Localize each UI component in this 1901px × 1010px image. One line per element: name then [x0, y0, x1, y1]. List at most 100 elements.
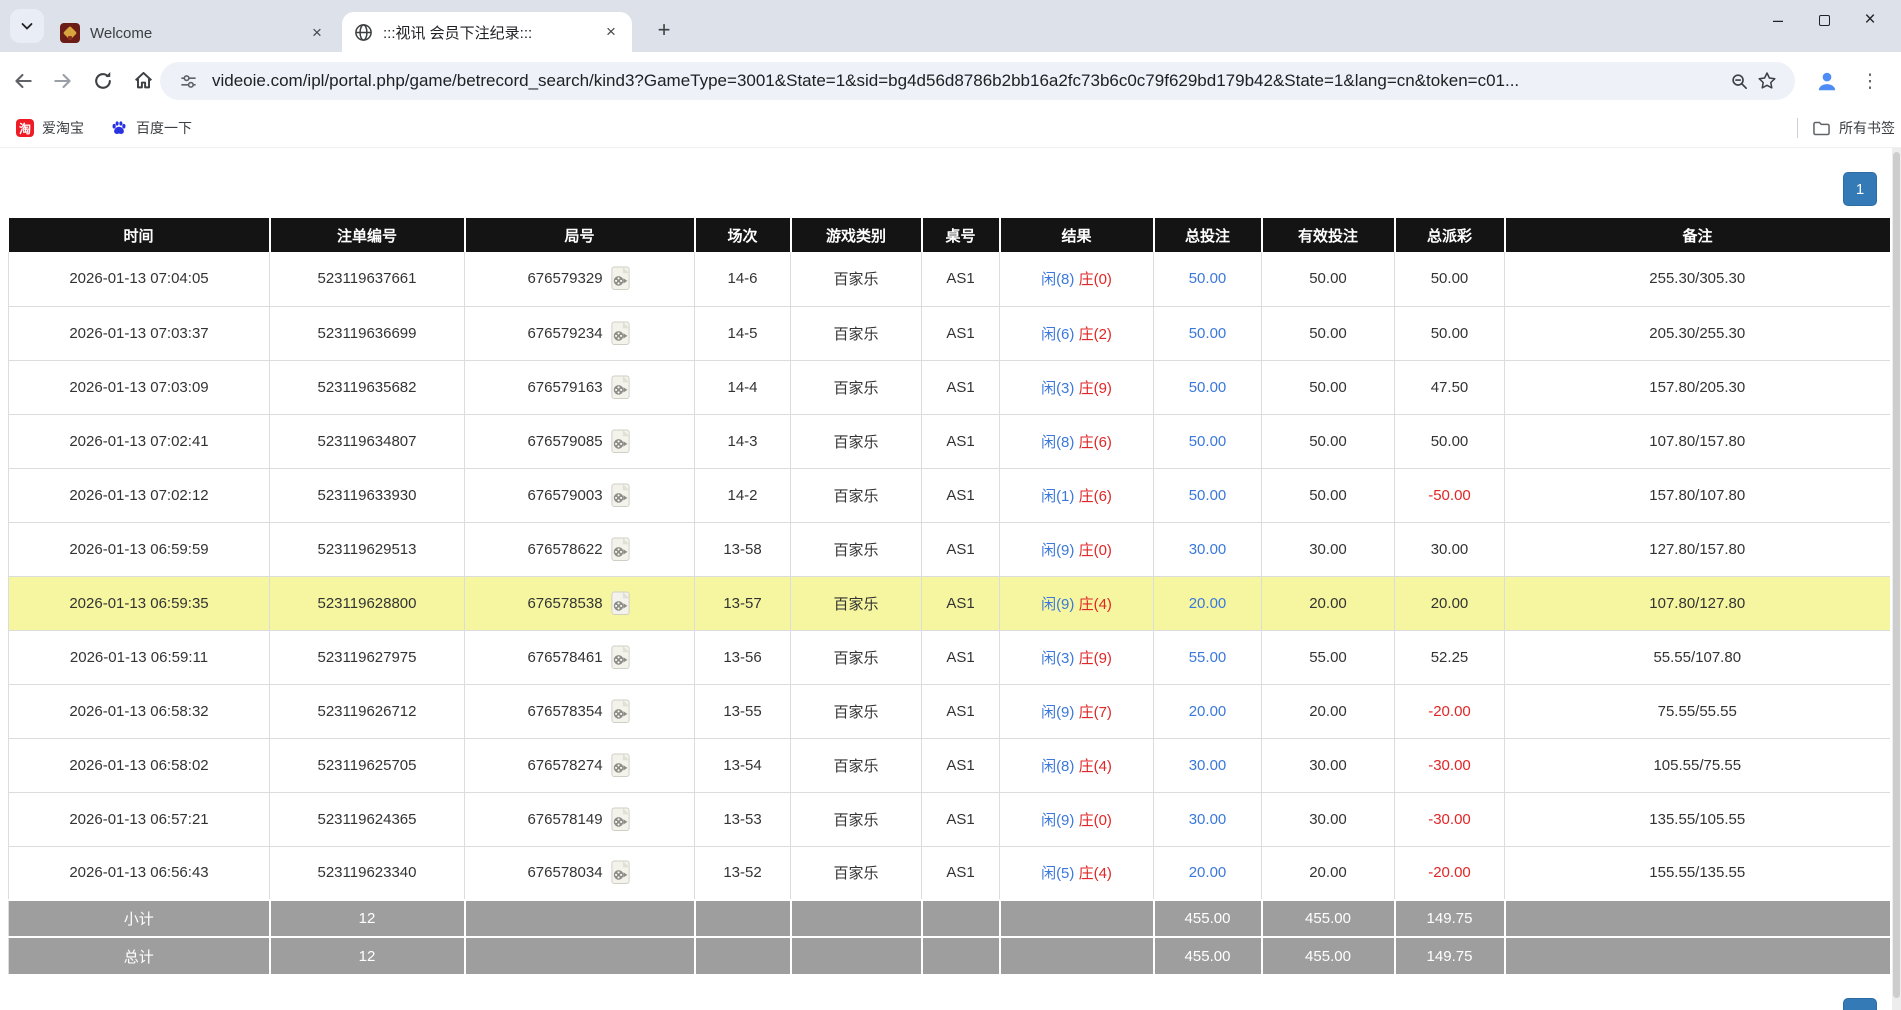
col-header-10: 备注	[1505, 218, 1890, 252]
video-record-icon[interactable]	[609, 860, 632, 885]
forward-button[interactable]	[46, 64, 80, 98]
summary-label: 总计	[9, 937, 270, 974]
cell-session: 14-4	[695, 360, 791, 414]
pagination-page-1-bottom[interactable]: 1	[1843, 998, 1877, 1010]
tab-betrecord[interactable]: :::视讯 会员下注纪录::: ×	[342, 12, 632, 52]
cell-valid-bet: 20.00	[1262, 684, 1395, 738]
cell-result: 闲(9) 庄(4)	[1000, 576, 1154, 630]
video-record-icon[interactable]	[609, 483, 632, 508]
cell-note: 55.55/107.80	[1505, 630, 1890, 684]
reload-button[interactable]	[86, 64, 120, 98]
cell-time: 2026-01-13 07:02:41	[9, 414, 270, 468]
table-row[interactable]: 2026-01-13 07:03:37 523119636699 6765792…	[9, 306, 1890, 360]
new-tab-button[interactable]: +	[648, 14, 680, 46]
cell-game-type: 百家乐	[791, 522, 922, 576]
cell-time: 2026-01-13 06:59:35	[9, 576, 270, 630]
col-header-9: 总派彩	[1395, 218, 1505, 252]
pagination-page-1[interactable]: 1	[1843, 172, 1877, 206]
table-row[interactable]: 2026-01-13 06:58:32 523119626712 6765783…	[9, 684, 1890, 738]
window-minimize-button[interactable]: –	[1755, 0, 1801, 40]
cell-valid-bet: 50.00	[1262, 306, 1395, 360]
bookmark-baidu[interactable]: 百度一下	[100, 114, 202, 142]
table-row[interactable]: 2026-01-13 06:56:43 523119623340 6765780…	[9, 846, 1890, 900]
bookmark-star-icon[interactable]	[1753, 67, 1781, 95]
cell-time: 2026-01-13 06:56:43	[9, 846, 270, 900]
col-header-8: 有效投注	[1262, 218, 1395, 252]
cell-table-no: AS1	[922, 360, 1000, 414]
video-record-icon[interactable]	[609, 321, 632, 346]
browser-menu-dots-icon[interactable]: ⋮	[1855, 65, 1885, 97]
address-bar[interactable]: videoie.com/ipl/portal.php/game/betrecor…	[160, 62, 1795, 100]
all-bookmarks[interactable]: 所有书签	[1797, 118, 1895, 138]
cell-round: 676578461	[465, 630, 695, 684]
video-record-icon[interactable]	[609, 266, 632, 291]
globe-favicon-icon	[354, 23, 373, 42]
page-scrollbar[interactable]	[1892, 148, 1901, 1010]
cell-result: 闲(1) 庄(6)	[1000, 468, 1154, 522]
cell-round: 676579163	[465, 360, 695, 414]
cell-total-bet: 50.00	[1154, 360, 1262, 414]
home-button[interactable]	[126, 64, 160, 98]
table-row[interactable]: 2026-01-13 07:03:09 523119635682 6765791…	[9, 360, 1890, 414]
site-settings-tune-icon[interactable]	[174, 67, 202, 95]
cell-bet-id: 523119625705	[270, 738, 465, 792]
col-header-5: 桌号	[922, 218, 1000, 252]
cell-valid-bet: 50.00	[1262, 414, 1395, 468]
cell-valid-bet: 30.00	[1262, 792, 1395, 846]
video-record-icon[interactable]	[609, 807, 632, 832]
cell-bet-id: 523119627975	[270, 630, 465, 684]
cell-time: 2026-01-13 07:04:05	[9, 252, 270, 306]
cell-round: 676579329	[465, 252, 695, 306]
video-record-icon[interactable]	[609, 537, 632, 562]
cell-valid-bet: 55.00	[1262, 630, 1395, 684]
cell-note: 205.30/255.30	[1505, 306, 1890, 360]
tab-welcome[interactable]: Welcome ×	[48, 14, 338, 52]
cell-round: 676579234	[465, 306, 695, 360]
cell-valid-bet: 30.00	[1262, 738, 1395, 792]
cell-round: 676578354	[465, 684, 695, 738]
table-row[interactable]: 2026-01-13 06:57:21 523119624365 6765781…	[9, 792, 1890, 846]
table-row[interactable]: 2026-01-13 06:59:59 523119629513 6765786…	[9, 522, 1890, 576]
scrollbar-thumb[interactable]	[1893, 152, 1900, 998]
window-maximize-button[interactable]	[1801, 0, 1847, 40]
video-record-icon[interactable]	[609, 645, 632, 670]
cell-session: 14-6	[695, 252, 791, 306]
video-record-icon[interactable]	[609, 753, 632, 778]
table-row[interactable]: 2026-01-13 07:04:05 523119637661 6765793…	[9, 252, 1890, 306]
window-close-button[interactable]: ×	[1847, 0, 1893, 40]
summary-payout: 149.75	[1395, 937, 1505, 974]
table-row[interactable]: 2026-01-13 06:59:11 523119627975 6765784…	[9, 630, 1890, 684]
cell-total-bet: 50.00	[1154, 414, 1262, 468]
cell-game-type: 百家乐	[791, 360, 922, 414]
cell-session: 14-3	[695, 414, 791, 468]
cell-note: 155.55/135.55	[1505, 846, 1890, 900]
table-row[interactable]: 2026-01-13 06:58:02 523119625705 6765782…	[9, 738, 1890, 792]
cell-valid-bet: 20.00	[1262, 846, 1395, 900]
cell-valid-bet: 50.00	[1262, 252, 1395, 306]
tab-search-chevron-icon[interactable]	[10, 9, 44, 43]
cell-bet-id: 523119637661	[270, 252, 465, 306]
video-record-icon[interactable]	[609, 591, 632, 616]
table-row[interactable]: 2026-01-13 06:59:35 523119628800 6765785…	[9, 576, 1890, 630]
cell-round: 676579003	[465, 468, 695, 522]
cell-round: 676578538	[465, 576, 695, 630]
back-button[interactable]	[6, 64, 40, 98]
cell-time: 2026-01-13 06:59:59	[9, 522, 270, 576]
profile-avatar[interactable]	[1811, 65, 1843, 97]
video-record-icon[interactable]	[609, 429, 632, 454]
table-row[interactable]: 2026-01-13 07:02:41 523119634807 6765790…	[9, 414, 1890, 468]
bookmark-aitaobao[interactable]: 淘 爱淘宝	[6, 114, 94, 142]
table-row[interactable]: 2026-01-13 07:02:12 523119633930 6765790…	[9, 468, 1890, 522]
cell-session: 13-54	[695, 738, 791, 792]
video-record-icon[interactable]	[609, 699, 632, 724]
cell-valid-bet: 20.00	[1262, 576, 1395, 630]
tab-close-icon[interactable]: ×	[600, 21, 622, 43]
summary-count: 12	[270, 900, 465, 937]
cell-result: 闲(8) 庄(6)	[1000, 414, 1154, 468]
video-record-icon[interactable]	[609, 375, 632, 400]
cell-payout: -20.00	[1395, 846, 1505, 900]
cell-time: 2026-01-13 07:02:12	[9, 468, 270, 522]
zoom-icon[interactable]	[1725, 67, 1753, 95]
tab-close-icon[interactable]: ×	[306, 22, 328, 44]
col-header-0: 时间	[9, 218, 270, 252]
